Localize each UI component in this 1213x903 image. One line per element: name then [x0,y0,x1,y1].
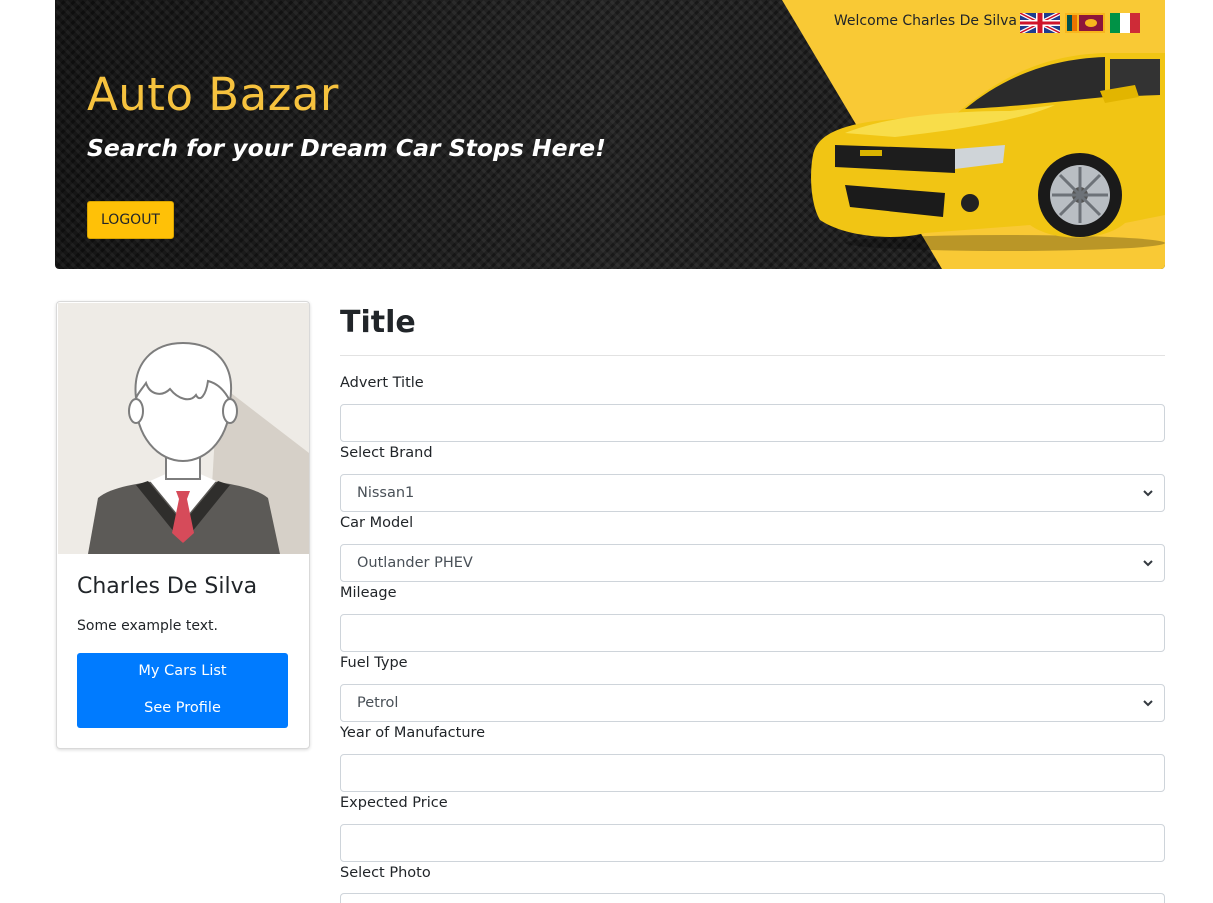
select-brand-label: Select Brand [340,445,433,461]
advert-title-label: Advert Title [340,375,424,391]
english-flag-icon[interactable] [1020,13,1060,33]
chevron-down-icon [1143,490,1153,497]
form-title: Title [340,305,416,340]
language-switcher [1020,13,1140,33]
site-title: Auto Bazar [87,68,339,121]
profile-actions: My Cars List See Profile [77,653,288,728]
mileage-label: Mileage [340,585,397,601]
welcome-message: Welcome Charles De Silva [833,13,1017,29]
car-model-select[interactable]: Outlander PHEV [340,544,1165,582]
site-tagline: Search for your Dream Car Stops Here! [87,134,606,162]
chevron-down-icon [1143,560,1153,567]
mileage-input[interactable] [340,614,1165,652]
chevron-down-icon [1143,700,1153,707]
select-photo-label: Select Photo [340,865,431,881]
see-profile-link[interactable]: See Profile [77,690,288,727]
photo-file-input[interactable] [340,893,1165,903]
fuel-type-label: Fuel Type [340,655,408,671]
yellow-sports-car-image [811,53,1165,251]
year-of-manufacture-label: Year of Manufacture [340,725,486,741]
profile-description: Some example text. [77,618,218,634]
title-divider [340,355,1165,356]
car-model-label: Car Model [340,515,414,531]
brand-select-value: Nissan1 [357,485,415,501]
profile-name: Charles De Silva [77,574,258,599]
brand-select[interactable]: Nissan1 [340,474,1165,512]
italian-flag-icon[interactable] [1110,13,1140,33]
advert-title-input[interactable] [340,404,1165,442]
fuel-type-select-value: Petrol [357,695,399,711]
fuel-type-select[interactable]: Petrol [340,684,1165,722]
expected-price-input[interactable] [340,824,1165,862]
avatar [58,303,309,554]
expected-price-label: Expected Price [340,795,448,811]
my-cars-list-link[interactable]: My Cars List [77,653,288,690]
car-model-select-value: Outlander PHEV [357,555,473,571]
header-banner: Auto Bazar Search for your Dream Car Sto… [55,0,1165,269]
profile-card: Charles De Silva Some example text. My C… [56,301,310,749]
sri-lanka-flag-icon[interactable] [1065,13,1105,33]
year-of-manufacture-input[interactable] [340,754,1165,792]
logout-button[interactable]: LOGOUT [87,201,174,239]
